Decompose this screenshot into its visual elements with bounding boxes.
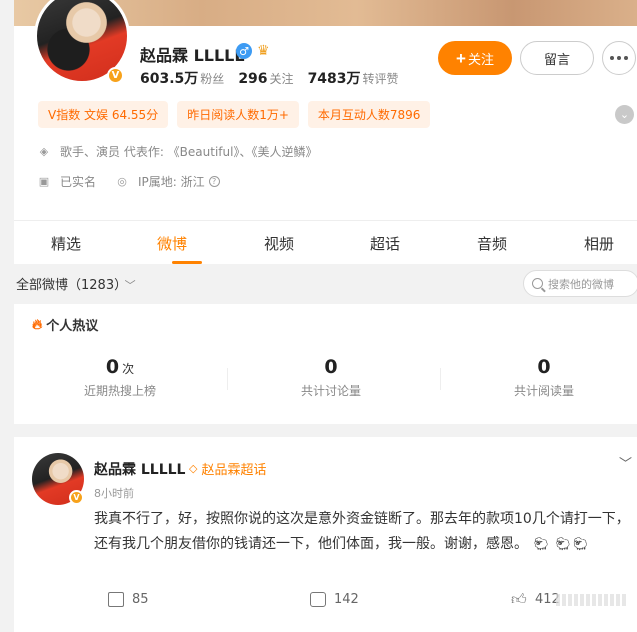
- divider: [440, 368, 441, 390]
- male-gender-icon: ♂: [236, 43, 252, 59]
- profile-meta-row: ▣ 已实名 ◎ IP属地: 浙江 ?: [38, 173, 220, 190]
- post-author-name[interactable]: 赵品霖 LLLLL: [94, 459, 185, 479]
- profile-stats: 603.5万 粉丝 296 关注 7483万 转评赞: [140, 68, 399, 88]
- search-icon: [532, 278, 543, 289]
- like-button[interactable]: 👍︎ 412: [511, 590, 560, 608]
- divider: [227, 368, 228, 390]
- yesterday-readers-tag[interactable]: 昨日阅读人数1万+: [177, 101, 299, 128]
- hot-topics-title: 🔥︎ 个人热议: [32, 316, 99, 335]
- follow-button[interactable]: + 关注: [438, 41, 512, 75]
- profile-name: 赵品霖 LLLLL: [140, 46, 245, 65]
- post-actions: 85 142 👍︎ 412: [14, 592, 637, 612]
- tab-videos[interactable]: 视频: [264, 233, 294, 254]
- weibo-post: V 赵品霖 LLLLL ◇ 赵品霖超话 8小时前 ﹀ 我真不行了，好，按照你说的…: [14, 437, 637, 632]
- following-stat[interactable]: 296 关注: [238, 68, 293, 88]
- v-index-tag[interactable]: V指数 文娱 64.55分: [38, 101, 169, 128]
- shield-icon: ◈: [39, 144, 49, 158]
- tab-weibo[interactable]: 微博: [157, 233, 187, 254]
- profile-tags: V指数 文娱 64.55分 昨日阅读人数1万+ 本月互动人数7896: [38, 101, 431, 128]
- hot-stat-reads: 0 共计阅读量: [513, 356, 574, 398]
- profile-description: 歌手、演员 代表作: 《Beautiful》、《美人逆鳞》: [60, 145, 318, 159]
- sheep-emoji-icon: 🐑︎: [532, 537, 550, 552]
- search-placeholder: 搜索他的微博: [548, 277, 614, 291]
- super-topic-link[interactable]: ◇ 赵品霖超话: [189, 459, 266, 478]
- profile-card: V 赵品霖 LLLLL ♂ ♛ 603.5万 粉丝 296 关注 7483万 转评赞 …: [14, 0, 637, 220]
- help-icon[interactable]: ?: [208, 176, 220, 187]
- flame-icon: 🔥︎: [32, 316, 43, 333]
- watermark-blur: [556, 594, 626, 606]
- comment-icon: [310, 592, 326, 607]
- comment-button[interactable]: 142: [310, 592, 359, 607]
- ip-icon: ◎: [117, 174, 127, 188]
- hot-stat-discussions: 0 共计讨论量: [300, 356, 361, 398]
- verified-name-label: 已实名: [60, 175, 97, 189]
- tab-super-topic[interactable]: 超话: [370, 233, 400, 254]
- all-weibo-dropdown[interactable]: 全部微博（1283） ﹀: [16, 274, 136, 293]
- verified-v-icon: V: [107, 67, 124, 84]
- crown-icon[interactable]: ♛: [257, 43, 275, 59]
- super-topic-icon: ◇: [189, 462, 198, 475]
- id-card-icon: ▣: [38, 174, 50, 188]
- message-button[interactable]: 留言: [520, 41, 594, 75]
- tab-featured[interactable]: 精选: [51, 233, 81, 254]
- share-icon: [108, 592, 124, 607]
- hot-stat-trending: 0次 近期热搜上榜: [83, 356, 156, 398]
- post-time[interactable]: 8小时前: [94, 485, 134, 501]
- share-button[interactable]: 85: [108, 592, 149, 607]
- thumbs-up-icon: 👍︎: [511, 590, 527, 608]
- sheep-emoji-icon: 🐑︎🐑︎: [554, 537, 590, 552]
- plus-icon: +: [456, 48, 466, 68]
- post-menu-chevron-icon[interactable]: ﹀: [619, 453, 632, 472]
- verified-v-icon: V: [69, 490, 84, 505]
- search-input[interactable]: 搜索他的微博: [523, 270, 637, 297]
- expand-chevron-icon[interactable]: ⌄: [615, 105, 634, 124]
- tab-audio[interactable]: 音频: [477, 233, 507, 254]
- profile-tabs: 精选 微博 视频 超话 音频 相册: [14, 220, 637, 264]
- profile-description-row: ◈ 歌手、演员 代表作: 《Beautiful》、《美人逆鳞》: [38, 143, 318, 160]
- active-tab-indicator: [172, 261, 202, 264]
- more-options-button[interactable]: [602, 41, 636, 75]
- hot-topics-card: 🔥︎ 个人热议 0次 近期热搜上榜 0 共计讨论量 0 共计阅读量: [14, 304, 637, 424]
- fans-stat[interactable]: 603.5万 粉丝: [140, 68, 224, 88]
- tab-album[interactable]: 相册: [584, 233, 614, 254]
- weibo-profile-page: V 赵品霖 LLLLL ♂ ♛ 603.5万 粉丝 296 关注 7483万 转评赞 …: [0, 0, 637, 632]
- monthly-interactions-tag[interactable]: 本月互动人数7896: [307, 101, 431, 128]
- chevron-down-icon: ﹀: [124, 279, 136, 292]
- weibo-filter-row: 全部微博（1283） ﹀ 搜索他的微博: [14, 266, 637, 302]
- ip-location-label: IP属地: 浙江: [138, 175, 205, 189]
- post-content: 我真不行了，好，按照你说的这次是意外资金链断了。那去年的款项10几个请打一下，还…: [94, 507, 634, 557]
- reposts-stat: 7483万 转评赞: [307, 71, 399, 87]
